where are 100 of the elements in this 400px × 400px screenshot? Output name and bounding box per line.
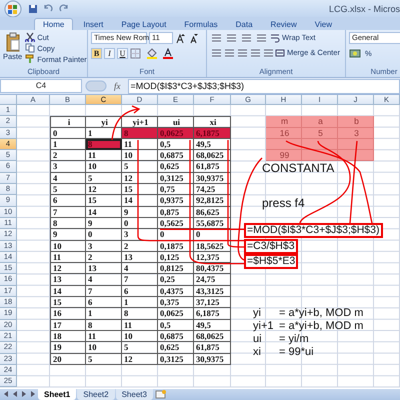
fill-color-icon[interactable] — [146, 48, 160, 59]
sheet-tab[interactable]: Sheet3 — [116, 389, 153, 400]
save-icon[interactable] — [28, 4, 38, 14]
table-cell: 0,3125 — [158, 354, 194, 365]
constants-caption: CONSTANTA — [262, 162, 334, 175]
insert-function-button[interactable]: fx — [110, 81, 124, 91]
table-cell: 37,125 — [194, 297, 231, 308]
table-cell: 0,625 — [158, 342, 194, 354]
formula-bar-handle-icon[interactable] — [85, 80, 107, 92]
table-cell: 86,625 — [194, 206, 231, 218]
table-cell: 10 — [122, 330, 158, 342]
table-cell: 10 — [122, 150, 158, 162]
table-cell: 14 — [50, 286, 86, 298]
underline-button[interactable]: U — [117, 48, 128, 59]
ribbon-tab[interactable]: View — [306, 18, 340, 30]
variable-name: xi — [253, 346, 261, 359]
window-title: LCG.xlsx - Micros — [328, 4, 400, 14]
wrap-icon — [270, 32, 280, 42]
formula-text: = yi/m — [279, 333, 309, 346]
table-cell: 30,9375 — [194, 354, 231, 365]
table-cell: 6 — [50, 195, 86, 207]
table-cell: 4 — [50, 172, 86, 184]
table-cell: 0 — [158, 229, 194, 241]
table-cell: 8 — [50, 218, 86, 230]
insert-sheet-icon[interactable] — [154, 389, 168, 400]
constant-name: a — [302, 116, 338, 128]
italic-button[interactable]: I — [104, 48, 115, 59]
table-cell: 16 — [50, 308, 86, 320]
table-cell: 14 — [122, 195, 158, 207]
formula-text: = a*yi+b, MOD m — [279, 307, 364, 320]
table-cell: 0 — [194, 229, 231, 241]
table-cell: 2 — [50, 150, 86, 162]
table-cell: 0,625 — [158, 161, 194, 173]
grow-font-icon[interactable] — [175, 32, 186, 44]
table-cell: 74,25 — [194, 184, 231, 196]
table-cell: 0,1875 — [158, 240, 194, 252]
ribbon-tab[interactable]: Data — [228, 18, 261, 30]
formula-field[interactable]: =MOD($I$3*C3+$J$3;$H$3) — [128, 78, 400, 94]
table-cell: 7 — [50, 206, 86, 218]
merge-icon — [275, 48, 285, 58]
table-cell: 12 — [86, 184, 122, 196]
top-align-icon[interactable] — [210, 32, 223, 43]
table-cell: 2 — [122, 240, 158, 252]
shrink-font-icon[interactable] — [188, 32, 199, 44]
variable-name: ui — [253, 333, 262, 346]
align-left-icon[interactable] — [210, 47, 221, 58]
table-cell: 11 — [86, 330, 122, 342]
bold-button[interactable]: B — [91, 48, 102, 59]
currency-icon[interactable] — [349, 48, 363, 59]
table-cell: 0,125 — [158, 252, 194, 264]
undo-icon[interactable] — [42, 4, 54, 14]
table-cell: 4 — [86, 274, 122, 286]
formula-text: = 99*ui — [279, 346, 314, 359]
table-cell: 12 — [122, 354, 158, 365]
table-cell: 15 — [50, 297, 86, 308]
column-heading: i — [50, 116, 86, 128]
table-cell: 10 — [86, 161, 122, 173]
constant-name: b — [338, 116, 374, 128]
align-right-icon[interactable] — [236, 47, 247, 58]
name-box[interactable]: C4 — [0, 79, 82, 93]
table-cell: 8 — [122, 308, 158, 320]
table-cell: 17 — [50, 320, 86, 331]
align-center-icon[interactable] — [223, 47, 234, 58]
table-cell: 99 — [266, 150, 302, 162]
table-cell: 6 — [122, 286, 158, 298]
table-cell: 92,8125 — [194, 195, 231, 207]
table-cell: 68,0625 — [194, 150, 231, 162]
ribbon-tab[interactable]: Home — [34, 18, 74, 30]
sheet-tab[interactable]: Sheet1 — [38, 389, 76, 400]
table-cell: 15 — [86, 195, 122, 207]
table-cell: 19 — [50, 342, 86, 354]
table-cell: 9 — [122, 206, 158, 218]
table-cell: 8 — [86, 138, 122, 150]
table-cell: 15 — [122, 184, 158, 196]
middle-align-icon[interactable] — [225, 32, 238, 43]
column-heading: yi — [86, 116, 122, 128]
variable-name: yi — [253, 307, 261, 320]
ribbon-tab[interactable]: Review — [262, 18, 305, 30]
bottom-align-icon[interactable] — [240, 32, 253, 43]
ribbon-tab[interactable]: Formulas — [176, 18, 226, 30]
table-cell: 13 — [86, 263, 122, 274]
table-cell: 43,3125 — [194, 286, 231, 298]
table-cell: 11 — [86, 150, 122, 162]
font-color-icon[interactable] — [162, 48, 176, 59]
ribbon-tab[interactable]: Insert — [75, 18, 112, 30]
table-cell: 13 — [122, 252, 158, 264]
redo-icon[interactable] — [58, 4, 70, 14]
table-cell: 0,9375 — [158, 195, 194, 207]
ribbon-tab[interactable]: Page Layout — [113, 18, 174, 30]
table-cell: 5 — [302, 128, 338, 139]
table-cell: 0,3125 — [158, 172, 194, 184]
table-cell: 24,75 — [194, 274, 231, 286]
table-cell: 10 — [50, 240, 86, 252]
office-button-icon[interactable] — [2, 0, 24, 17]
sheet-tab[interactable]: Sheet2 — [77, 389, 115, 400]
table-cell: 30,9375 — [194, 172, 231, 184]
table-cell: 12,375 — [194, 252, 231, 264]
table-cell: 55,6875 — [194, 218, 231, 230]
table-cell: 0,5 — [158, 138, 194, 150]
table-cell: 2 — [86, 252, 122, 264]
